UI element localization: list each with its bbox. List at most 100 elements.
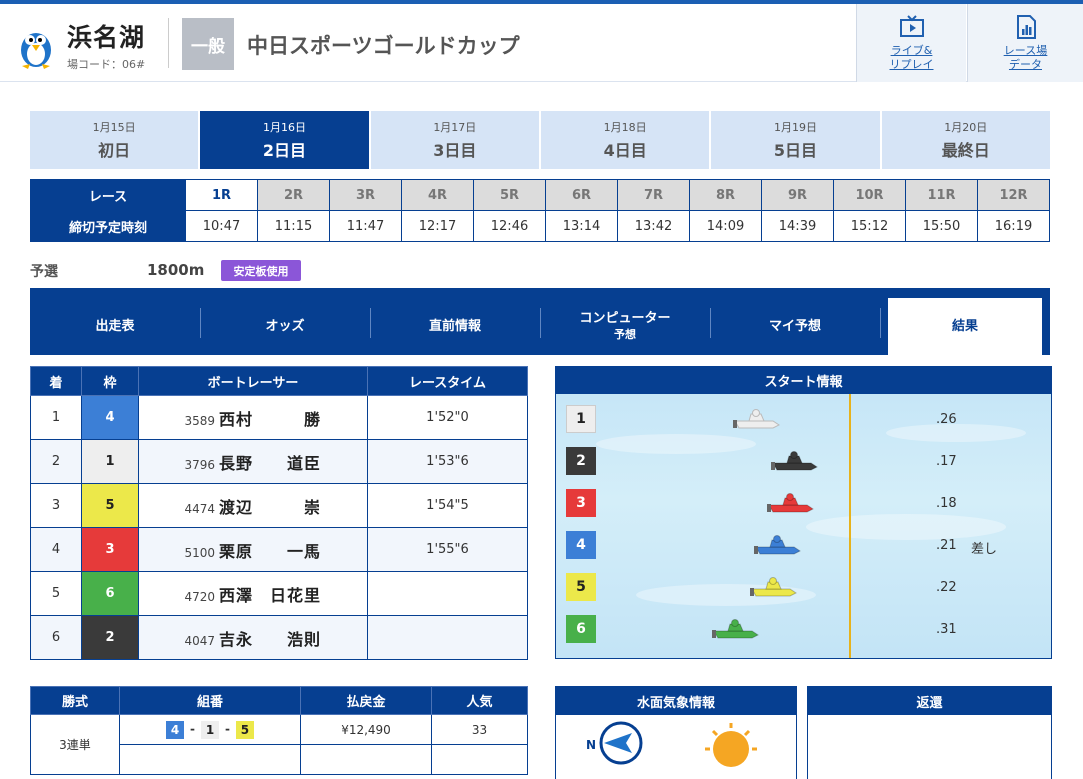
finish-rank: 2	[30, 439, 82, 484]
boat-icon	[733, 409, 780, 429]
race-time: 1'53"6	[367, 439, 528, 484]
race-number-10[interactable]: 10R	[833, 179, 906, 211]
race-number-6[interactable]: 6R	[545, 179, 618, 211]
race-number-2[interactable]: 2R	[257, 179, 330, 211]
start-timing: .17	[936, 454, 957, 469]
race-number-5[interactable]: 5R	[473, 179, 546, 211]
race-label: レース	[30, 179, 186, 211]
racer-name[interactable]: 長野 道臣	[219, 454, 321, 473]
race-selector-table: レース 1R 2R 3R 4R 5R 6R 7R 8R 9R 10R 11R 12R 締切予定時刻 1…	[30, 179, 1050, 242]
start-timing: .31	[936, 622, 957, 637]
stabilizer-badge: 安定板使用	[221, 260, 301, 281]
waku-number: 5	[81, 483, 139, 528]
race-number-7[interactable]: 7R	[617, 179, 690, 211]
race-number-9[interactable]: 9R	[761, 179, 834, 211]
tab-computer-prediction[interactable]: コンピューター 予想	[540, 298, 710, 355]
race-content-tabs: 出走表 オッズ 直前情報 コンピューター 予想 マイ予想 結果	[30, 288, 1050, 355]
popularity: 33	[431, 714, 528, 745]
race-deadline-7: 13:42	[617, 210, 690, 242]
race-type: 予選	[30, 264, 58, 280]
boat-icon	[771, 451, 818, 471]
day-tab-3[interactable]: 1月17日 3日目	[370, 111, 539, 169]
finish-rank: 1	[30, 395, 82, 440]
tv-icon	[899, 15, 924, 37]
racer-reg-number: 3589	[184, 413, 215, 428]
race-number-11[interactable]: 11R	[905, 179, 978, 211]
racer-name[interactable]: 栗原 一馬	[219, 542, 321, 561]
live-label-2: リプレイ	[889, 58, 934, 71]
tab-odds[interactable]: オッズ	[200, 298, 370, 355]
race-title: 中日スポーツゴールドカップ	[247, 34, 520, 58]
col-time-header: レースタイム	[367, 366, 528, 396]
winning-technique: 差し	[971, 542, 998, 557]
live-label-1: ライブ&	[890, 44, 933, 57]
race-number-12[interactable]: 12R	[977, 179, 1050, 211]
result-row: 3 5 4474 渡辺 崇 1'54"5	[30, 483, 528, 528]
race-deadline-1: 10:47	[185, 210, 258, 242]
racer-reg-number: 5100	[184, 545, 215, 560]
sun-icon	[705, 723, 757, 767]
live-replay-button[interactable]: ライブ& リプレイ	[856, 4, 966, 82]
race-deadline-8: 14:09	[689, 210, 762, 242]
racer-name[interactable]: 西澤 日花里	[219, 586, 321, 605]
day-date: 1月20日	[944, 121, 988, 134]
combo-third: 5	[235, 720, 254, 739]
race-time: 1'55"6	[367, 527, 528, 572]
weather-panel: 水面気象情報 N	[555, 686, 797, 779]
course-number: 2	[566, 447, 596, 475]
header-divider	[168, 18, 169, 68]
result-row: 6 2 4047 吉永 浩則	[30, 615, 528, 660]
result-row: 5 6 4720 西澤 日花里	[30, 571, 528, 616]
course-number: 6	[566, 615, 596, 643]
race-number-1[interactable]: 1R	[185, 179, 258, 211]
day-date: 1月15日	[92, 121, 136, 134]
waku-number: 6	[81, 571, 139, 616]
race-time	[367, 571, 528, 616]
course-number: 4	[566, 531, 596, 559]
data-sheet-icon	[1016, 15, 1036, 39]
race-number-4[interactable]: 4R	[401, 179, 474, 211]
tab-label-sub: 予想	[613, 327, 636, 341]
day-name: 5日目	[773, 141, 818, 160]
race-grade-badge: 一般	[182, 18, 234, 70]
venue-data-button[interactable]: レース場 データ	[967, 4, 1083, 82]
result-row: 1 4 3589 西村 勝 1'52"0	[30, 395, 528, 440]
racer-cell: 4474 渡辺 崇	[138, 483, 368, 528]
finish-rank: 3	[30, 483, 82, 528]
refund-title: 返還	[808, 687, 1051, 715]
day-date: 1月16日	[262, 121, 306, 134]
start-timing: .18	[936, 496, 957, 511]
start-timing: .26	[936, 412, 957, 427]
boat-icon	[750, 577, 797, 597]
day-tab-2[interactable]: 1月16日 2日目	[200, 111, 369, 169]
race-deadline-10: 15:12	[833, 210, 906, 242]
course-number: 5	[566, 573, 596, 601]
day-date: 1月18日	[603, 121, 647, 134]
racer-name[interactable]: 渡辺 崇	[219, 498, 321, 517]
race-time	[367, 615, 528, 660]
race-deadline-5: 12:46	[473, 210, 546, 242]
racer-name[interactable]: 吉永 浩則	[219, 630, 321, 649]
race-number-3[interactable]: 3R	[329, 179, 402, 211]
start-timing: .22	[936, 580, 957, 595]
refund-panel: 返還	[807, 686, 1052, 779]
venue-name: 浜名湖	[67, 23, 146, 52]
race-deadline-2: 11:15	[257, 210, 330, 242]
payout-amount: ¥12,490	[300, 714, 432, 745]
tab-my-prediction[interactable]: マイ予想	[710, 298, 880, 355]
tab-entries[interactable]: 出走表	[30, 298, 200, 355]
race-number-8[interactable]: 8R	[689, 179, 762, 211]
day-tab-5[interactable]: 1月19日 5日目	[711, 111, 880, 169]
start-row: 1.26	[556, 398, 1051, 440]
boat-icon	[712, 619, 759, 639]
day-tab-6[interactable]: 1月20日 最終日	[881, 111, 1050, 169]
day-tab-4[interactable]: 1月18日 4日目	[540, 111, 710, 169]
racer-name[interactable]: 西村 勝	[219, 410, 321, 429]
finish-rank: 4	[30, 527, 82, 572]
start-info-title: スタート情報	[556, 367, 1051, 394]
tab-results[interactable]: 結果	[888, 298, 1042, 355]
day-tab-1[interactable]: 1月15日 初日	[30, 111, 199, 169]
tab-pre-race-info[interactable]: 直前情報	[370, 298, 540, 355]
result-table: 着 枠 ボートレーサー レースタイム 1 4 3589 西村 勝 1'52"0 2 1 379…	[30, 366, 528, 660]
day-tabs: 1月15日 初日 1月16日 2日目 1月17日 3日目 1月18日 4日目 1月19日…	[30, 111, 1050, 169]
